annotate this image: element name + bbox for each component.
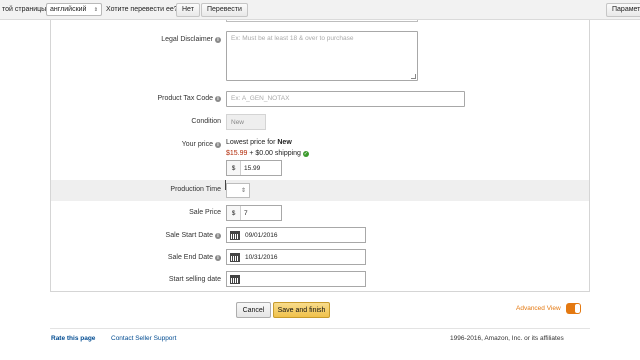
product-tax-code-label-text: Product Tax Code	[157, 95, 213, 102]
production-time-label: Production Time	[170, 186, 221, 193]
your-price-input[interactable]: $ 15.99	[226, 160, 282, 176]
legal-disclaimer-label-text: Legal Disclaimer	[161, 36, 213, 43]
no-translate-button[interactable]: Нет	[176, 3, 200, 17]
sale-start-date-label: Sale Start Date i	[166, 232, 221, 239]
select-arrows-icon: ⇕	[93, 6, 98, 13]
text-cursor	[225, 180, 226, 190]
resize-grip-icon[interactable]	[411, 74, 416, 79]
calendar-icon[interactable]	[230, 230, 240, 240]
save-and-finish-button[interactable]: Save and finish	[273, 302, 330, 318]
shipping-cost: + $0.00 shipping	[249, 150, 301, 157]
sale-end-date-input[interactable]: 10/31/2016	[226, 249, 366, 265]
info-icon[interactable]: i	[215, 142, 221, 148]
start-selling-date-input[interactable]	[226, 271, 366, 287]
translate-bar: той страницы английский ⇕ Хотите перевес…	[0, 0, 640, 20]
check-circle-icon: ✓	[302, 151, 309, 157]
condition-label: Condition	[191, 118, 221, 125]
production-time-stepper[interactable]: ⇕	[226, 183, 250, 198]
sale-price-label: Sale Price	[189, 209, 221, 216]
lowest-price-line: Lowest price for New	[226, 139, 292, 146]
legal-disclaimer-placeholder: Ex: Must be at least 18 & over to purcha…	[231, 35, 354, 42]
copyright-text: 1996-2016, Amazon, Inc. or its affiliate…	[450, 335, 564, 342]
language-select[interactable]: английский ⇕	[46, 3, 102, 16]
your-price-value: 15.99	[244, 165, 261, 172]
legal-disclaimer-textarea[interactable]: Ex: Must be at least 18 & over to purcha…	[226, 31, 418, 81]
translate-question: Хотите перевести ее?	[106, 6, 178, 13]
lowest-price-prefix: Lowest price for	[226, 139, 276, 146]
sale-price-input[interactable]: $ 7	[226, 205, 282, 221]
cancel-button[interactable]: Cancel	[236, 302, 271, 318]
sale-end-date-label: Sale End Date i	[168, 254, 221, 261]
production-time-row-highlight	[51, 180, 589, 201]
translate-page-language-text: той страницы	[2, 6, 47, 13]
footer-divider	[50, 328, 590, 329]
language-select-value: английский	[50, 6, 87, 13]
info-icon[interactable]: i	[215, 255, 221, 261]
sale-end-date-value: 10/31/2016	[245, 253, 278, 261]
start-selling-date-label: Start selling date	[168, 276, 221, 283]
lowest-price-condition: New	[277, 139, 292, 146]
currency-symbol: $	[227, 206, 241, 220]
product-tax-code-placeholder: Ex: A_GEN_NOTAX	[231, 95, 290, 102]
advanced-view-label[interactable]: Advanced View	[516, 305, 561, 312]
calendar-icon[interactable]	[230, 274, 240, 284]
sale-start-date-input[interactable]: 09/01/2016	[226, 227, 366, 243]
product-tax-code-label: Product Tax Code i	[157, 95, 221, 102]
calendar-icon[interactable]	[230, 252, 240, 262]
sale-end-date-label-text: Sale End Date	[167, 254, 213, 261]
sale-start-date-value: 09/01/2016	[245, 231, 278, 239]
sale-price-value: 7	[244, 210, 248, 217]
rate-this-page-link[interactable]: Rate this page	[51, 335, 95, 342]
product-tax-code-input[interactable]: Ex: A_GEN_NOTAX	[226, 91, 465, 107]
previous-field-bottom-edge	[226, 20, 418, 22]
sale-start-date-label-text: Sale Start Date	[165, 232, 213, 239]
your-price-label: Your price i	[182, 141, 221, 148]
condition-value: New	[226, 114, 266, 130]
toggle-knob	[575, 304, 580, 313]
lowest-price-amount-line: $15.99 + $0.00 shipping ✓	[226, 150, 309, 157]
stepper-arrows-icon[interactable]: ⇕	[241, 187, 246, 194]
translate-options-button[interactable]: Парамет	[606, 3, 640, 17]
legal-disclaimer-label: Legal Disclaimer i	[161, 36, 221, 43]
info-icon[interactable]: i	[215, 233, 221, 239]
your-price-label-text: Your price	[181, 141, 213, 148]
contact-seller-support-link[interactable]: Contact Seller Support	[111, 335, 176, 342]
currency-symbol: $	[227, 161, 241, 175]
info-icon[interactable]: i	[215, 37, 221, 43]
info-icon[interactable]: i	[215, 96, 221, 102]
translate-button[interactable]: Перевести	[201, 3, 248, 17]
lowest-price-amount: $15.99	[226, 150, 248, 157]
